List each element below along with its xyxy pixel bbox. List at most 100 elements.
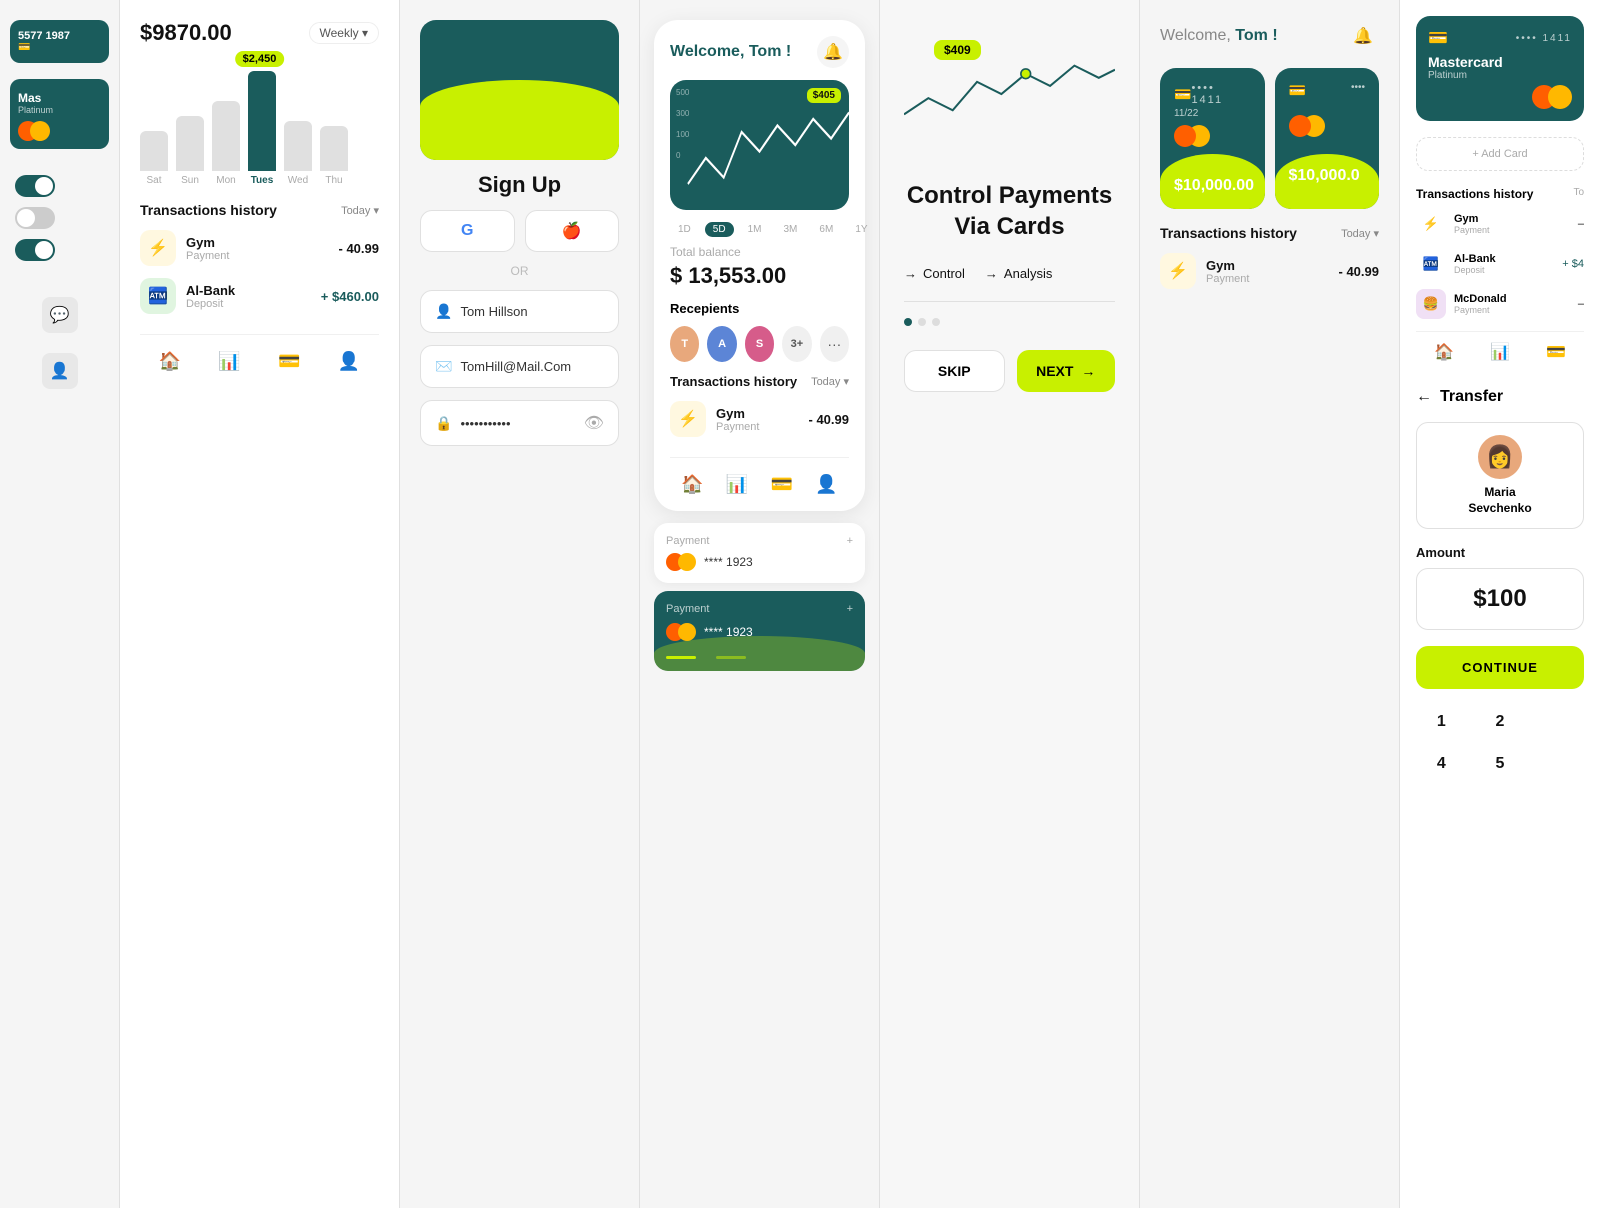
tab-1m[interactable]: 1M — [740, 222, 770, 237]
card-mini-1[interactable]: Mas Platinum — [10, 79, 109, 149]
transfer-person[interactable]: 👩 MariaSevchenko — [1416, 422, 1584, 529]
recipient-2[interactable]: A — [707, 326, 736, 362]
onboard-line — [904, 66, 1115, 115]
card-widget-1[interactable]: 💳 •••• 1411 11/22 $10,000.00 — [1160, 68, 1265, 209]
notification-btn[interactable]: 🔔 — [817, 36, 849, 68]
chart-line — [688, 113, 849, 185]
toggle-2[interactable] — [15, 207, 55, 229]
google-btn[interactable]: G — [420, 210, 515, 252]
right-nav-chart[interactable]: 📊 — [1490, 342, 1510, 362]
toggle-3[interactable] — [15, 239, 55, 261]
name-field[interactable]: 👤 — [420, 290, 619, 333]
profile-icon-left[interactable]: 👤 — [42, 353, 78, 389]
social-buttons: G 🍎 — [420, 210, 619, 252]
mobile-nav-profile[interactable]: 👤 — [815, 474, 837, 495]
welcome-user: Tom ! — [749, 43, 791, 60]
tab-1d[interactable]: 1D — [670, 222, 699, 237]
amount-label: Amount — [1416, 545, 1584, 560]
add-card-button[interactable]: + Add Card — [1416, 137, 1584, 171]
tab-5d[interactable]: 5D — [705, 222, 734, 237]
skip-button[interactable]: SKIP — [904, 350, 1005, 392]
card-dark: Payment + **** 1923 — [654, 591, 865, 671]
dot-3 — [932, 318, 940, 326]
email-input[interactable] — [460, 359, 604, 374]
amount-display[interactable]: $100 — [1416, 568, 1584, 630]
nav-card[interactable]: 💳 — [278, 351, 300, 372]
email-field[interactable]: ✉️ — [420, 345, 619, 388]
transactions-header: Transactions history Today ▾ — [140, 202, 379, 218]
welcome-notif-btn[interactable]: 🔔 — [1347, 20, 1379, 52]
mc-c-left2 — [1289, 115, 1311, 137]
password-input[interactable] — [460, 416, 575, 431]
bar-tues-bar — [248, 71, 276, 171]
right-nav-card[interactable]: 💳 — [1546, 342, 1566, 362]
more-recipients-btn[interactable]: 3+ — [782, 326, 811, 362]
right-nav-home[interactable]: 🏠 — [1434, 342, 1454, 362]
welcome-tx-gym: ⚡ Gym Payment - 40.99 — [1160, 253, 1379, 289]
toggle-1[interactable] — [15, 175, 55, 197]
transactions-period[interactable]: Today ▾ — [341, 204, 379, 217]
welcome-cards-header: Welcome, Tom ! 🔔 — [1160, 20, 1379, 52]
time-tabs: 1D 5D 1M 3M 6M 1Y — [670, 222, 849, 237]
avatar-emoji: 👩 — [1486, 444, 1513, 470]
key-1[interactable]: 1 — [1416, 705, 1467, 739]
card-icon-1: 💳 — [18, 42, 30, 53]
back-button[interactable]: ← — [1416, 388, 1432, 406]
key-2[interactable]: 2 — [1475, 705, 1526, 739]
signup-card — [420, 20, 619, 160]
tab-6m[interactable]: 6M — [811, 222, 841, 237]
welcome-tx-gym-sub: Payment — [1206, 273, 1329, 285]
welcome-tx-period[interactable]: Today ▾ — [1341, 227, 1379, 240]
right-tx-gym-info: Gym Payment — [1454, 213, 1570, 235]
recipient-1[interactable]: T — [670, 326, 699, 362]
y-label-300: 300 — [676, 109, 689, 118]
dashboard-panel: $9870.00 Weekly ▾ $2,450 Sat Sun Mon Tue… — [120, 0, 400, 1208]
options-btn[interactable]: ··· — [820, 326, 849, 362]
action-buttons: SKIP NEXT → — [904, 350, 1115, 392]
chat-icon[interactable]: 💬 — [42, 297, 78, 333]
mobile-nav-home[interactable]: 🏠 — [681, 474, 703, 495]
right-tx-header: Transactions history To — [1416, 187, 1584, 201]
mobile-nav-card[interactable]: 💳 — [771, 474, 793, 495]
add-btn[interactable]: + — [847, 535, 853, 547]
mobile-header: Welcome, Tom ! 🔔 — [670, 36, 849, 68]
bar-sat-label: Sat — [146, 175, 161, 186]
tab-3m[interactable]: 3M — [776, 222, 806, 237]
google-icon: G — [461, 222, 473, 240]
card-row: **** 1923 — [666, 553, 853, 571]
apple-btn[interactable]: 🍎 — [525, 210, 620, 252]
tab-1y[interactable]: 1Y — [847, 222, 875, 237]
payment-label: Payment + — [666, 535, 853, 547]
continue-button[interactable]: CONTINUE — [1416, 646, 1584, 689]
mobile-tx-header: Transactions history Today ▾ — [670, 374, 849, 389]
balance-header: $9870.00 Weekly ▾ — [140, 20, 379, 46]
welcome-tx-gym-amount: - 40.99 — [1339, 264, 1379, 279]
mastercard-circles — [666, 553, 696, 571]
recipient-3[interactable]: S — [745, 326, 774, 362]
mobile-tx-period[interactable]: Today ▾ — [811, 375, 849, 388]
card-widget-2[interactable]: 💳 •••• $10,000.0 — [1275, 68, 1380, 209]
nav-profile[interactable]: 👤 — [338, 351, 360, 372]
chart-y-labels: 500 300 100 0 — [676, 88, 689, 160]
key-empty-1 — [1533, 705, 1584, 739]
next-button[interactable]: NEXT → — [1017, 350, 1116, 392]
key-5[interactable]: 5 — [1475, 747, 1526, 781]
password-field[interactable]: 🔒 👁 — [420, 400, 619, 446]
eye-icon[interactable]: 👁 — [584, 413, 604, 433]
weekly-badge[interactable]: Weekly ▾ — [309, 22, 379, 44]
divider — [904, 301, 1115, 302]
mc-top-right: •••• 1411 — [1516, 33, 1572, 44]
mobile-tx-gym-info: Gym Payment — [716, 406, 799, 433]
analysis-link[interactable]: → Analysis — [985, 266, 1052, 281]
mobile-nav-chart[interactable]: 📊 — [726, 474, 748, 495]
tx-albank: 🏧 Al-Bank Deposit + $460.00 — [140, 278, 379, 314]
name-input[interactable] — [460, 304, 604, 319]
nav-home[interactable]: 🏠 — [159, 351, 181, 372]
right-tx-more[interactable]: To — [1573, 187, 1584, 201]
nav-chart[interactable]: 📊 — [218, 351, 240, 372]
card-dark-add[interactable]: + — [847, 603, 853, 615]
key-4[interactable]: 4 — [1416, 747, 1467, 781]
control-link[interactable]: → Control — [904, 266, 965, 281]
card-chip-1[interactable]: 5577 1987 💳 — [10, 20, 109, 63]
tx-gym-icon: ⚡ — [140, 230, 176, 266]
